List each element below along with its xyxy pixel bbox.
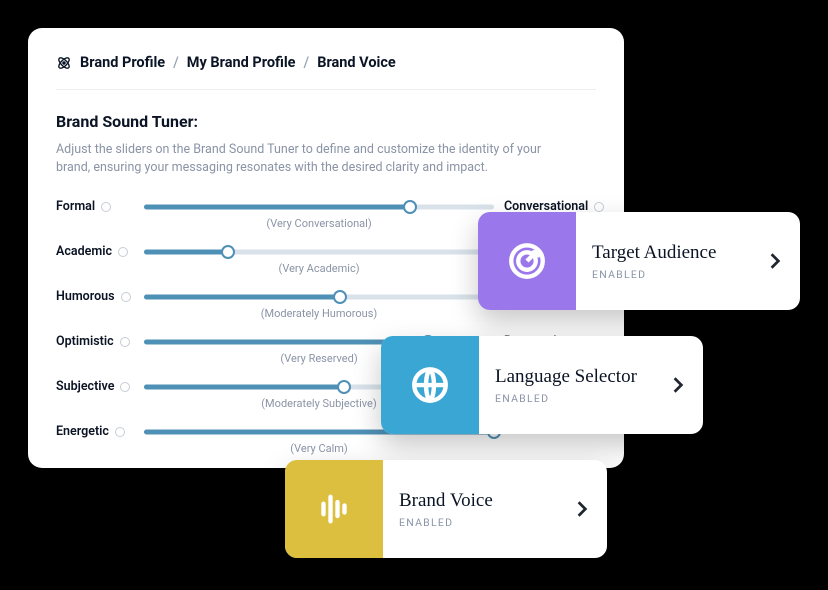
card-status: ENABLED (399, 516, 571, 529)
slider-caption: (Moderately Humorous) (144, 307, 494, 320)
wave-icon (285, 460, 383, 558)
chevron-right-icon[interactable] (764, 252, 800, 270)
card-title: Target Audience (592, 242, 764, 264)
slider-left-label: Optimistic (56, 334, 134, 349)
section-desc: Adjust the sliders on the Brand Sound Tu… (56, 141, 576, 177)
section-title: Brand Sound Tuner: (56, 112, 596, 131)
card-brand-voice[interactable]: Brand Voice ENABLED (285, 460, 607, 558)
info-icon[interactable] (594, 202, 604, 212)
slider-track[interactable] (144, 245, 494, 259)
card-language-selector[interactable]: Language Selector ENABLED (381, 336, 703, 434)
slider-caption: (Very Conversational) (144, 217, 494, 230)
card-status: ENABLED (495, 392, 667, 405)
slider-caption: (Very Academic) (144, 262, 494, 275)
slider-caption: (Very Calm) (144, 442, 494, 455)
info-icon[interactable] (120, 382, 130, 392)
slider-left-label: Energetic (56, 424, 134, 439)
brand-atom-icon (56, 55, 72, 71)
slider-left-label: Subjective (56, 379, 134, 394)
crumb-mid[interactable]: My Brand Profile (187, 54, 296, 71)
slider-track[interactable] (144, 290, 494, 304)
slider-left-label: Formal (56, 199, 134, 214)
slider-thumb[interactable] (333, 290, 347, 304)
slider-left-label: Academic (56, 244, 134, 259)
chevron-right-icon[interactable] (571, 500, 607, 518)
slider-thumb[interactable] (403, 200, 417, 214)
globe-icon (381, 336, 479, 434)
slider-left-label: Humorous (56, 289, 134, 304)
breadcrumb: Brand Profile / My Brand Profile / Brand… (56, 54, 596, 90)
target-icon (478, 212, 576, 310)
card-title: Language Selector (495, 366, 667, 388)
info-icon[interactable] (120, 337, 130, 347)
slider-thumb[interactable] (337, 380, 351, 394)
slider-thumb[interactable] (221, 245, 235, 259)
crumb-sep: / (304, 54, 310, 71)
crumb-root[interactable]: Brand Profile (80, 54, 165, 71)
crumb-leaf: Brand Voice (317, 54, 396, 71)
info-icon[interactable] (101, 202, 111, 212)
info-icon[interactable] (121, 292, 131, 302)
crumb-sep: / (173, 54, 179, 71)
chevron-right-icon[interactable] (667, 376, 703, 394)
slider-track[interactable] (144, 200, 494, 214)
card-title: Brand Voice (399, 490, 571, 512)
card-status: ENABLED (592, 268, 764, 281)
info-icon[interactable] (115, 427, 125, 437)
info-icon[interactable] (118, 247, 128, 257)
card-target-audience[interactable]: Target Audience ENABLED (478, 212, 800, 310)
